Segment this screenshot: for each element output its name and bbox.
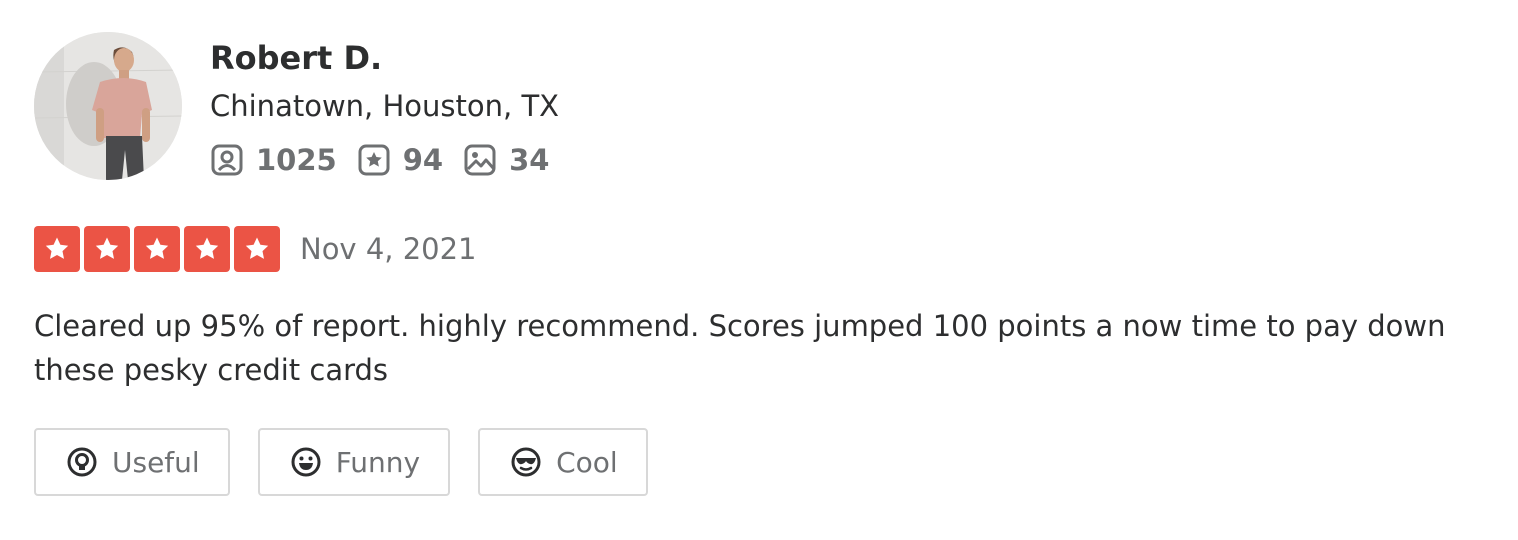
photo-icon [463,143,497,177]
rating-star [184,226,230,272]
rating-star [234,226,280,272]
smiley-icon [290,446,322,478]
funny-label: Funny [335,445,421,479]
useful-label: Useful [112,445,200,479]
sunglasses-icon [510,446,542,478]
star-icon [45,237,69,259]
cool-label: Cool [556,445,618,479]
user-name[interactable]: Robert D. [210,36,569,80]
reaction-buttons: Useful Funny Cool [34,428,1494,496]
star-icon [95,237,119,259]
photos-count: 34 [509,143,550,177]
review-text: Cleared up 95% of report. highly recomme… [34,309,1446,387]
star-icon [145,237,169,259]
cool-button[interactable]: Cool [478,428,648,496]
rating-star [134,226,180,272]
review-star-icon [357,143,391,177]
rating-row: Nov 4, 2021 [34,226,1494,272]
stat-friends: 1025 [210,143,337,177]
rating-star [84,226,130,272]
user-passport: Robert D. Chinatown, Houston, TX 1025 94… [34,32,1494,180]
reviews-count: 94 [402,143,444,177]
friends-count: 1025 [256,143,337,177]
star-icon [195,237,219,259]
review-card: Robert D. Chinatown, Houston, TX 1025 94… [34,32,1494,496]
stat-photos: 34 [463,143,549,177]
star-rating [34,226,280,272]
star-icon [245,237,269,259]
user-info: Robert D. Chinatown, Houston, TX 1025 94… [210,32,569,180]
review-date: Nov 4, 2021 [300,232,477,266]
funny-button[interactable]: Funny [257,428,451,496]
friends-icon [210,143,244,177]
rating-star [34,226,80,272]
useful-button[interactable]: Useful [34,428,230,496]
user-location: Chinatown, Houston, TX [210,89,560,123]
avatar[interactable] [34,32,182,180]
lightbulb-icon [66,446,98,478]
user-stats: 1025 94 34 [210,140,569,180]
stat-reviews: 94 [357,143,443,177]
